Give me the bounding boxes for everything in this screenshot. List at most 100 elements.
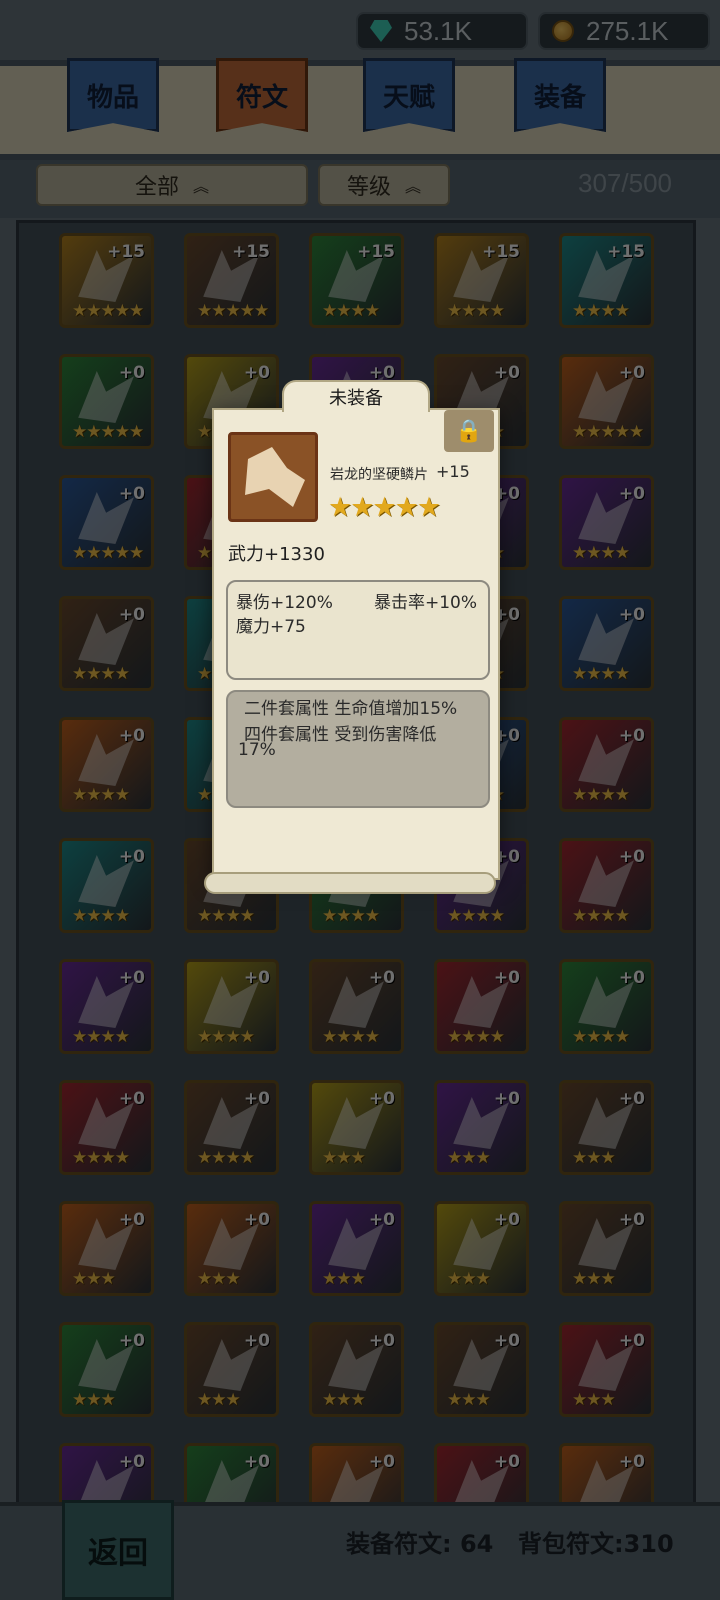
rune-slot[interactable]: +0 ★★★★ [434,959,529,1054]
rune-level-badge: +0 [618,605,645,625]
rune-level-badge: +0 [618,1089,645,1109]
rune-slot[interactable]: +0 ★★★ [309,1080,404,1175]
rune-stars: ★★★★ [72,664,130,684]
inventory-capacity: 307/500 [578,168,672,198]
rune-slot[interactable]: +15 ★★★★★ [184,233,279,328]
rune-stars: ★★★★ [322,906,380,926]
tab-equipment[interactable]: 装备 [514,58,606,132]
rune-level-badge: +0 [618,1452,645,1472]
rune-level-badge: +15 [607,242,645,262]
rune-slot[interactable]: +0 ★★★★ [559,475,654,570]
rune-stars: ★★★★ [572,1027,630,1047]
rune-slot[interactable]: +0 ★★★★ [59,959,154,1054]
rune-slot[interactable]: +0 ★★★★ [59,717,154,812]
rune-level-badge: +0 [368,1089,395,1109]
rune-level-badge: +0 [493,1452,520,1472]
gold-counter[interactable]: 275.1K [538,12,710,50]
rune-level: +15 [436,462,470,481]
rune-slot[interactable]: +0 ★★★ [184,1201,279,1296]
rune-stars: ★★★ [447,1269,491,1289]
rune-slot[interactable]: +0 ★★★ [434,1322,529,1417]
rune-slot[interactable]: +0 ★★★ [309,1201,404,1296]
back-button[interactable]: 返回 [62,1500,174,1600]
rune-slot[interactable]: +0 ★★★★★ [59,354,154,449]
rune-stars: ★★★ [322,1269,366,1289]
rune-stars: ★★★ [197,1269,241,1289]
set-bonus-box: 二件套属性 生命值增加15% 四件套属性 受到伤害降低 17% [226,690,490,808]
rune-slot[interactable]: +0 ★★★★ [559,959,654,1054]
sort-label: 等级 [346,175,391,200]
rune-stars: ★★★★★ [197,301,269,321]
rune-slot[interactable]: +0 ★★★ [59,1322,154,1417]
rune-level-badge: +0 [618,726,645,746]
rune-slot[interactable]: +0 ★★★ [559,1080,654,1175]
rune-stars: ★★★★★ [72,301,144,321]
rune-slot[interactable]: +15 ★★★★★ [59,233,154,328]
rune-level-badge: +0 [118,1452,145,1472]
rune-level-badge: +0 [493,968,520,988]
rune-stars: ★★★ [197,1390,241,1410]
two-piece-bonus: 二件套属性 生命值增加15% [244,699,458,719]
gem-counter[interactable]: 53.1K [356,12,528,50]
rune-stars: ★★★★ [572,785,630,805]
rune-slot[interactable]: +0 ★★★ [59,1201,154,1296]
rune-level-badge: +0 [243,1331,270,1351]
crit-damage-stat: 暴伤+120% [236,593,333,613]
rune-slot[interactable]: +0 ★★★★ [59,596,154,691]
rune-level-badge: +0 [243,363,270,383]
rune-inventory-screen: 53.1K 275.1K 物品 符文 天赋 装备 全部 ︽ 等级 ︽ 307/5… [0,0,720,1600]
rune-slot[interactable]: +0 ★★★★ [559,838,654,933]
rune-level-badge: +0 [118,363,145,383]
rune-slot[interactable]: +0 ★★★★ [59,1080,154,1175]
rune-slot[interactable]: +0 ★★★★ [309,959,404,1054]
rune-stars: ★★★ [72,1390,116,1410]
lock-icon[interactable]: 🔒 [444,410,494,452]
rune-slot[interactable]: +0 ★★★★ [184,959,279,1054]
rune-slot[interactable]: +0 ★★★ [559,1322,654,1417]
rune-level-badge: +0 [243,968,270,988]
rune-level-badge: +0 [368,968,395,988]
rune-slot[interactable]: +0 ★★★★★ [59,475,154,570]
category-filter-label: 全部 [134,175,179,200]
rune-stars: ★★★★ [197,1027,255,1047]
rune-level-badge: +15 [232,242,270,262]
tab-talent[interactable]: 天赋 [363,58,455,132]
rune-slot[interactable]: +0 ★★★★ [184,1080,279,1175]
rune-slot[interactable]: +15 ★★★★ [559,233,654,328]
rune-slot[interactable]: +0 ★★★★ [559,717,654,812]
rune-slot[interactable]: +0 ★★★ [309,1322,404,1417]
equip-status-tab: 未装备 [282,380,430,412]
rune-level-badge: +0 [118,1331,145,1351]
rune-detail-icon [228,432,318,522]
rune-stars: ★★★ [572,1269,616,1289]
rune-slot[interactable]: +15 ★★★★ [309,233,404,328]
rune-stars: ★★★★ [72,906,130,926]
rune-slot[interactable]: +0 ★★★★ [559,596,654,691]
rune-level-badge: +0 [493,1210,520,1230]
rune-slot[interactable]: +0 ★★★★ [59,838,154,933]
tab-items[interactable]: 物品 [67,58,159,132]
rune-level-badge: +0 [243,1089,270,1109]
rune-stars: ★★★★ [322,301,380,321]
rune-stars: ★★★★ [572,543,630,563]
sort-dropdown[interactable]: 等级 ︽ [318,164,450,206]
tab-runes[interactable]: 符文 [216,58,308,132]
rune-slot[interactable]: +0 ★★★ [559,1201,654,1296]
rune-stars: ★★★★ [197,906,255,926]
rune-slot[interactable]: +0 ★★★ [434,1201,529,1296]
rune-level-badge: +0 [243,1452,270,1472]
rune-level-badge: +0 [618,1331,645,1351]
rune-slot[interactable]: +0 ★★★ [184,1322,279,1417]
rune-level-badge: +0 [368,1210,395,1230]
category-filter-dropdown[interactable]: 全部 ︽ [36,164,308,206]
rune-stars: ★★★★★ [572,422,644,442]
rune-slot[interactable]: +0 ★★★ [434,1080,529,1175]
dragon-scale-icon [245,447,305,507]
rune-level-badge: +0 [118,968,145,988]
rune-level-badge: +0 [118,847,145,867]
rune-level-badge: +0 [618,484,645,504]
crit-rate-stat: 暴击率+10% [374,593,478,613]
rune-slot[interactable]: +0 ★★★★★ [559,354,654,449]
rune-slot[interactable]: +15 ★★★★ [434,233,529,328]
scroll-bottom-roll [204,872,496,894]
